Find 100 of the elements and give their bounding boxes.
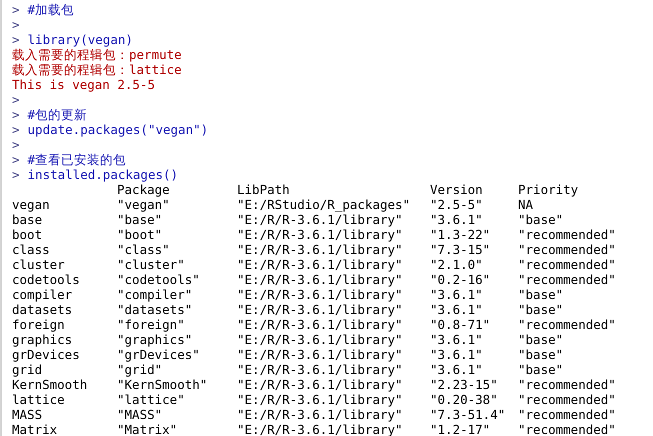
row-name: graphics [12, 332, 74, 347]
table-cell-text: "graphics" [117, 332, 194, 347]
table-cell-text: "2.23-15" [430, 377, 499, 392]
table-cell-text: NA [518, 197, 534, 212]
console-prompt: > [12, 122, 20, 137]
table-cell-text: "vegan" [117, 197, 171, 212]
table-cell-text: "2.5-5" [430, 197, 484, 212]
table-cell-text: "2.1.0" [430, 257, 484, 272]
table-cell-text: "E:/R/R-3.6.1/library" [237, 212, 404, 227]
row-name: codetools [12, 272, 81, 287]
table-cell-text: "E:/R/R-3.6.1/library" [237, 287, 404, 302]
console-prompt: > [12, 2, 20, 17]
column-header: Version [430, 182, 484, 197]
table-cell-text: "0.20-38" [430, 392, 499, 407]
output-message: This is vegan 2.5-5 [12, 77, 155, 92]
console-prompt: > [12, 17, 20, 32]
table-cell-text: "recommended" [518, 422, 617, 436]
table-cell-text: "E:/R/R-3.6.1/library" [237, 317, 404, 332]
table-cell-text: "3.6.1" [430, 347, 484, 362]
table-cell-text: "3.6.1" [430, 302, 484, 317]
table-cell-text: "Matrix" [117, 422, 178, 436]
row-name: base [12, 212, 44, 227]
table-cell-text: "foreign" [117, 317, 186, 332]
table-cell-text: "base" [518, 362, 564, 377]
table-cell-text: "cluster" [117, 257, 186, 272]
table-cell-text: "MASS" [117, 407, 164, 422]
table-cell-text: "KernSmooth" [117, 377, 208, 392]
table-cell-text: "0.2-16" [430, 272, 492, 287]
table-cell-text: "E:/R/R-3.6.1/library" [237, 407, 404, 422]
table-cell-text: "3.6.1" [430, 287, 484, 302]
row-name: cluster [12, 257, 66, 272]
table-cell-text: "7.3-51.4" [430, 407, 506, 422]
row-name: grDevices [12, 347, 81, 362]
table-cell-text: "0.8-71" [430, 317, 492, 332]
console-prompt: > [12, 152, 20, 167]
column-header: Priority [518, 182, 580, 197]
column-header: Package [117, 182, 171, 197]
command-text: update.packages("vegan") [28, 122, 208, 137]
table-cell-text: "recommended" [518, 257, 617, 272]
table-cell-text: "grDevices" [117, 347, 201, 362]
command-text: #包的更新 [28, 107, 88, 122]
table-cell-text: "grid" [117, 362, 164, 377]
command-text: #查看已安装的包 [28, 152, 126, 167]
row-name: boot [12, 227, 44, 242]
table-cell-text: "E:/R/R-3.6.1/library" [237, 272, 404, 287]
table-cell-text: "recommended" [518, 227, 617, 242]
row-name: grid [12, 362, 44, 377]
table-cell-text: "codetools" [117, 272, 201, 287]
table-cell-text: "datasets" [117, 302, 194, 317]
table-cell-text: "E:/R/R-3.6.1/library" [237, 332, 404, 347]
table-cell-text: "recommended" [518, 407, 617, 422]
row-name: class [12, 242, 51, 257]
row-name: compiler [12, 287, 74, 302]
command-text: library(vegan) [28, 32, 133, 47]
table-cell-text: "base" [117, 212, 164, 227]
table-cell-text: "class" [117, 242, 171, 257]
command-text: #加载包 [28, 2, 74, 17]
console-prompt: > [12, 167, 20, 182]
table-cell-text: "base" [518, 302, 564, 317]
table-cell-text: "E:/R/R-3.6.1/library" [237, 362, 404, 377]
table-cell-text: "3.6.1" [430, 212, 484, 227]
row-name: foreign [12, 317, 66, 332]
table-cell-text: "E:/R/R-3.6.1/library" [237, 242, 404, 257]
table-cell-text: "E:/R/R-3.6.1/library" [237, 347, 404, 362]
console-prompt: > [12, 32, 20, 47]
table-cell-text: "E:/R/R-3.6.1/library" [237, 392, 404, 407]
output-message: 载入需要的程辑包：lattice [12, 62, 182, 77]
output-message: 载入需要的程辑包：permute [12, 47, 182, 62]
row-name: Matrix [12, 422, 58, 436]
row-name: datasets [12, 302, 74, 317]
console-prompt: > [12, 92, 20, 107]
table-cell-text: "E:/R/R-3.6.1/library" [237, 227, 404, 242]
table-cell-text: "1.2-17" [430, 422, 492, 436]
table-cell-text: "compiler" [117, 287, 194, 302]
table-cell-text: "E:/R/R-3.6.1/library" [237, 302, 404, 317]
table-cell-text: "base" [518, 347, 564, 362]
table-cell-text: "1.3-22" [430, 227, 492, 242]
table-cell-text: "recommended" [518, 272, 617, 287]
table-cell-text: "base" [518, 332, 564, 347]
table-cell-text: "recommended" [518, 392, 617, 407]
column-header: LibPath [237, 182, 291, 197]
row-name: KernSmooth [12, 377, 88, 392]
table-cell-text: "recommended" [518, 377, 617, 392]
row-name: lattice [12, 392, 66, 407]
table-cell-text: "base" [518, 212, 564, 227]
table-cell-text: "3.6.1" [430, 362, 484, 377]
table-cell-text: "3.6.1" [430, 332, 484, 347]
command-text: installed.packages() [28, 167, 178, 182]
table-cell-text: "recommended" [518, 317, 617, 332]
table-cell-text: "E:/R/R-3.6.1/library" [237, 377, 404, 392]
table-cell-text: "lattice" [117, 392, 186, 407]
table-cell-text: "recommended" [518, 242, 617, 257]
table-cell-text: "boot" [117, 227, 164, 242]
table-cell-text: "base" [518, 287, 564, 302]
console-prompt: > [12, 107, 20, 122]
console-prompt: > [12, 137, 20, 152]
table-cell-text: "7.3-15" [430, 242, 492, 257]
row-name: vegan [12, 197, 51, 212]
table-cell-text: "E:/R/R-3.6.1/library" [237, 257, 404, 272]
row-name: MASS [12, 407, 44, 422]
